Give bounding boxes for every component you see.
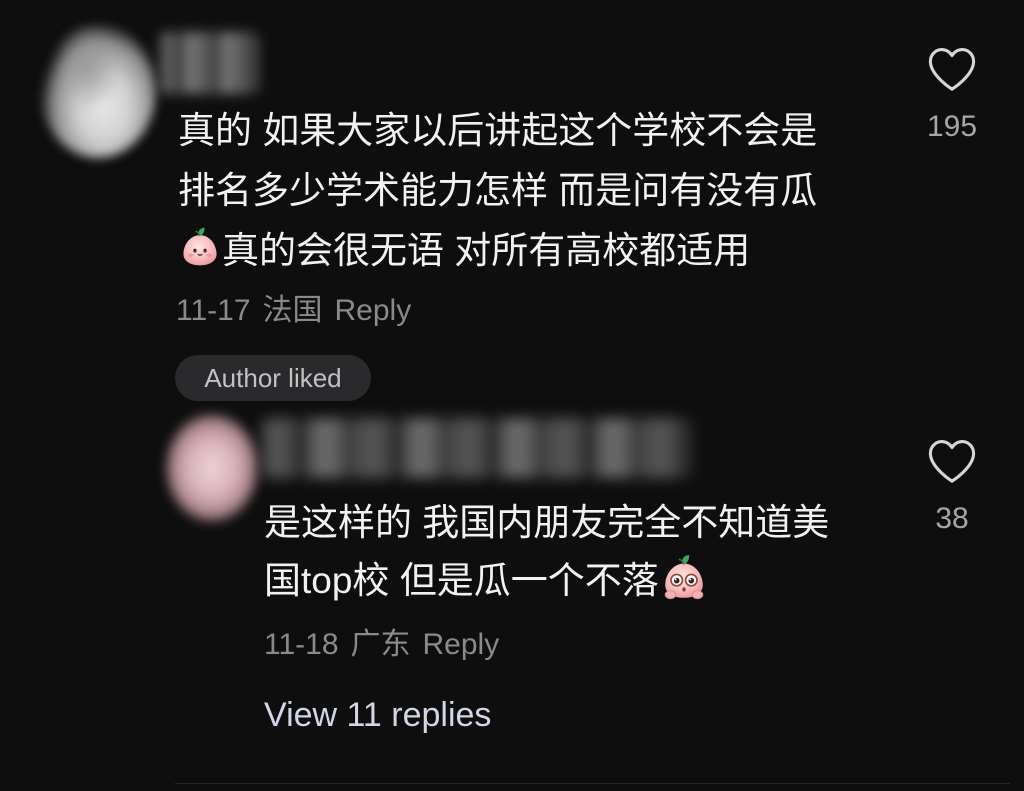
view-replies-button[interactable]: View 11 replies [264, 694, 491, 736]
heart-outline-icon[interactable] [928, 47, 976, 93]
reply-button[interactable]: Reply [335, 293, 412, 329]
reply-line-text: 是这样的 我国内朋友完全不知道美 [264, 502, 830, 543]
like-count: 38 [935, 502, 969, 535]
comment-date: 11-17 [176, 294, 251, 327]
comment-line: 真的会很无语 对所有高校都适用 [178, 217, 888, 277]
username-redacted[interactable] [262, 418, 692, 478]
comment-line: 排名多少学术能力怎样 而是问有没有瓜 [178, 157, 888, 217]
reply-location: 广东 [350, 628, 411, 661]
heart-outline-icon[interactable] [928, 439, 976, 485]
reply-line: 国top校 但是瓜一个不落 [264, 548, 914, 606]
peach-smile-emoji-icon [178, 224, 222, 270]
reply-meta: 11-18 广东 Reply [264, 627, 499, 663]
divider [175, 783, 1010, 784]
comment-line-text: 排名多少学术能力怎样 而是问有没有瓜 [178, 170, 818, 211]
author-liked-label: Author liked [204, 362, 342, 393]
username-redacted[interactable] [160, 32, 258, 94]
comment-text: 真的 如果大家以后讲起这个学校不会是 排名多少学术能力怎样 而是问有没有瓜 真的… [178, 97, 888, 277]
like-count: 195 [926, 110, 978, 143]
avatar[interactable] [164, 412, 260, 524]
comment-location: 法国 [262, 294, 323, 327]
reply-line: 是这样的 我国内朋友完全不知道美 [264, 490, 914, 548]
reply-button[interactable]: Reply [423, 627, 500, 663]
comment-line: 真的 如果大家以后讲起这个学校不会是 [178, 97, 888, 157]
comment-line-text: 真的会很无语 对所有高校都适用 [222, 230, 751, 271]
comment-line-text: 真的 如果大家以后讲起这个学校不会是 [178, 110, 818, 151]
reply-line-text: 国top校 但是瓜一个不落 [264, 560, 659, 601]
avatar[interactable] [40, 24, 156, 158]
author-liked-badge: Author liked [175, 355, 371, 401]
comment-meta: 11-17 法国 Reply [176, 293, 411, 329]
reply-text: 是这样的 我国内朋友完全不知道美 国top校 但是瓜一个不落 [264, 490, 914, 606]
reply-date: 11-18 [264, 628, 339, 661]
peach-wow-emoji-icon [659, 551, 709, 603]
